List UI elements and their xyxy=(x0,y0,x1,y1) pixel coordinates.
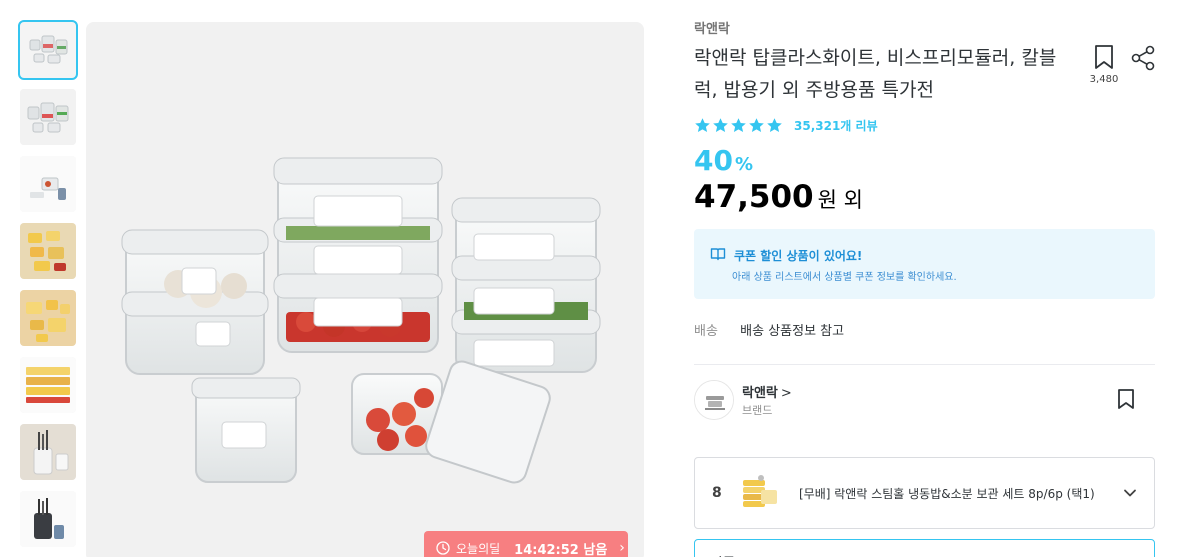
coupon-notice: 쿠폰 할인 상품이 있어요! 아래 상품 리스트에서 상품별 쿠폰 정보를 확인… xyxy=(694,229,1155,299)
divider xyxy=(694,364,1155,365)
brand-name-text: 락앤락 xyxy=(742,386,778,401)
bookmark-icon xyxy=(1095,45,1113,69)
thumbnail-list xyxy=(18,20,78,557)
option-thumbnail xyxy=(737,472,783,514)
coupon-icon xyxy=(710,248,726,261)
shipping-row: 배송 배송 상품정보 참고 xyxy=(694,320,844,339)
shipping-value: 배송 상품정보 참고 xyxy=(740,324,845,339)
deal-label: 오늘의딜 xyxy=(456,541,501,556)
review-count-link[interactable]: 35,321개 리뷰 xyxy=(794,117,878,134)
star-icon xyxy=(695,118,710,132)
price-suffix: 원 외 xyxy=(817,188,863,212)
brand-name[interactable]: 락앤락 > xyxy=(742,382,792,401)
brand-link[interactable]: 락앤락 xyxy=(694,18,730,37)
coupon-title: 쿠폰 할인 상품이 있어요! xyxy=(734,249,863,263)
select-placeholder: 단품 xyxy=(711,552,735,557)
rating-stars xyxy=(694,117,784,134)
product-photo xyxy=(86,22,644,557)
brand-card[interactable]: 락앤락 > 브랜드 xyxy=(694,380,1155,422)
star-icon xyxy=(749,118,764,132)
price-value: 47,500 xyxy=(694,179,814,215)
chevron-right-icon: > xyxy=(780,386,792,401)
shipping-label: 배송 xyxy=(694,324,718,339)
deal-remaining-time: 14:42:52 남음 xyxy=(514,542,608,557)
coupon-description: 아래 상품 리스트에서 상품별 쿠폰 정보를 확인하세요. xyxy=(732,272,957,283)
chevron-down-icon xyxy=(1124,489,1136,497)
main-product-image[interactable]: 오늘의딜 14:42:52 남음 › xyxy=(86,22,644,557)
thumbnail-5[interactable] xyxy=(20,290,76,346)
price: 47,500 원 외 xyxy=(694,178,863,219)
discount-rate: 40% xyxy=(694,144,753,182)
thumbnail-1[interactable] xyxy=(18,20,78,80)
thumbnail-8[interactable] xyxy=(20,491,76,547)
thumbnail-3[interactable] xyxy=(20,156,76,212)
star-icon xyxy=(767,118,782,132)
todays-deal-badge[interactable]: 오늘의딜 14:42:52 남음 › xyxy=(424,531,628,557)
thumbnail-2[interactable] xyxy=(20,89,76,145)
star-icon xyxy=(731,118,746,132)
thumbnail-4[interactable] xyxy=(20,223,76,279)
product-title: 락앤락 탑클라스화이트, 비스프리모듈러, 칼블럭, 밥용기 외 주방용품 특가… xyxy=(694,47,1057,101)
clock-icon xyxy=(436,541,450,555)
scrap-count: 3,480 xyxy=(1089,74,1119,85)
scrap-button[interactable]: 3,480 xyxy=(1088,44,1120,85)
thumbnail-7[interactable] xyxy=(20,424,76,480)
rating-row[interactable]: 35,321개 리뷰 xyxy=(694,117,878,134)
thumbnail-6[interactable] xyxy=(20,357,76,413)
option-count: 8 xyxy=(712,485,722,501)
discount-unit: % xyxy=(734,154,754,175)
discount-value: 40 xyxy=(694,144,733,177)
option-dropdown[interactable]: 8 [무배] 락앤락 스팀홀 냉동밥&소분 보관 세트 8p/6p (택1) xyxy=(694,457,1155,529)
brand-subtitle: 브랜드 xyxy=(742,404,773,417)
star-icon xyxy=(713,118,728,132)
single-item-select[interactable]: 단품 xyxy=(694,539,1155,557)
chevron-right-icon: › xyxy=(619,540,625,556)
option-text: [무배] 락앤락 스팀홀 냉동밥&소분 보관 세트 8p/6p (택1) xyxy=(799,487,1095,501)
bookmark-icon[interactable] xyxy=(1116,388,1136,410)
share-icon[interactable] xyxy=(1130,45,1156,71)
brand-logo xyxy=(694,380,734,420)
